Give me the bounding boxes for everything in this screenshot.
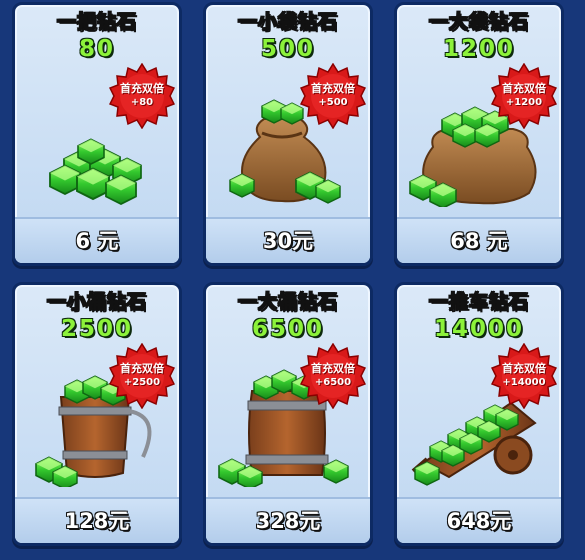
first-charge-double-badge: 首充双倍 +6500 [300,343,366,409]
badge-label: 首充双倍 [120,82,164,95]
price-label: 328元 [255,509,321,533]
price-label: 30元 [262,229,314,253]
badge-label: 首充双倍 [311,82,355,95]
card-title: 一小袋钻石 [237,11,338,34]
first-charge-double-badge: 首充双倍 +14000 [491,343,557,409]
gem-amount: 6500 [251,316,324,342]
price-bar[interactable]: 648元 [397,497,561,543]
price-bar[interactable]: 128元 [15,497,179,543]
badge-bonus: +14000 [502,377,546,388]
badge-bonus: +500 [318,97,348,108]
price-bar[interactable]: 30元 [206,217,370,263]
shop-card-gem-pile[interactable]: 一把钻石 80 首充双倍 +80 6 元 [12,2,182,266]
card-title: 一推车钻石 [428,291,529,314]
badge-bonus: +1200 [505,97,543,108]
badge-bonus: +6500 [314,377,352,388]
first-charge-double-badge: 首充双倍 +80 [109,63,175,129]
gem-amount: 1200 [442,36,515,62]
badge-label: 首充双倍 [120,362,164,375]
first-charge-double-badge: 首充双倍 +500 [300,63,366,129]
gem-amount: 2500 [60,316,133,342]
price-bar[interactable]: 68 元 [397,217,561,263]
badge-bonus: +2500 [123,377,161,388]
card-title: 一小桶钻石 [46,291,147,314]
gem-amount: 80 [78,36,115,62]
gem-amount: 500 [260,36,315,62]
shop-card-small-bucket[interactable]: 一小桶钻石 2500 首充双倍 +2500 128元 [12,282,182,546]
shop-card-small-bag[interactable]: 一小袋钻石 500 首充双倍 +500 30元 [203,2,373,266]
card-title: 一大袋钻石 [428,11,529,34]
price-label: 128元 [64,509,130,533]
first-charge-double-badge: 首充双倍 +1200 [491,63,557,129]
price-label: 6 元 [75,229,119,253]
price-label: 68 元 [450,229,508,253]
shop-card-large-bag[interactable]: 一大袋钻石 1200 首充双倍 +1200 68 元 [394,2,564,266]
card-title: 一把钻石 [56,11,137,34]
price-bar[interactable]: 6 元 [15,217,179,263]
price-label: 648元 [446,509,512,533]
badge-label: 首充双倍 [311,362,355,375]
badge-bonus: +80 [130,97,154,108]
shop-card-cart[interactable]: 一推车钻石 14000 首充双倍 +14000 648元 [394,282,564,546]
first-charge-double-badge: 首充双倍 +2500 [109,343,175,409]
card-title: 一大桶钻石 [237,291,338,314]
shop-card-barrel[interactable]: 一大桶钻石 6500 首充双倍 +6500 328元 [203,282,373,546]
gem-amount: 14000 [433,316,525,342]
price-bar[interactable]: 328元 [206,497,370,543]
badge-label: 首充双倍 [502,362,546,375]
badge-label: 首充双倍 [502,82,546,95]
